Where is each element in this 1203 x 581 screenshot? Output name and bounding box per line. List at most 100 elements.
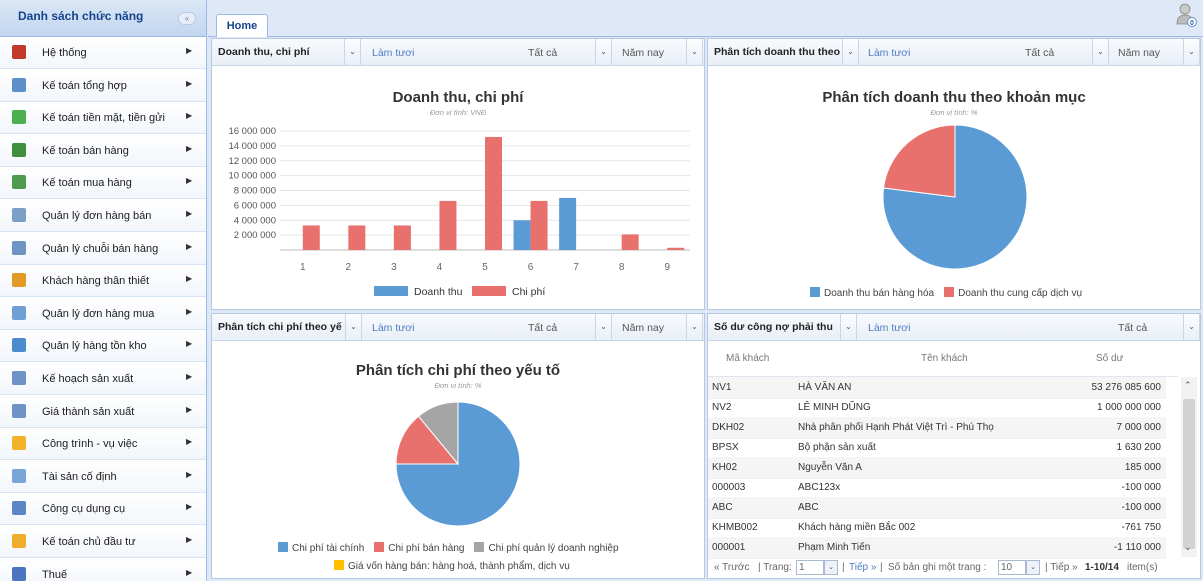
chart-subtitle: Đơn vị tính: % <box>930 108 978 117</box>
filter-period: Năm nay <box>622 322 665 334</box>
sales-order-icon <box>12 208 26 222</box>
tax-icon <box>12 566 26 581</box>
sidebar-item[interactable]: Công cụ dụng cụ ▶ <box>0 493 206 526</box>
cell-customer-name: Nguyễn Văn A <box>798 462 862 473</box>
pager-summary-suffix: item(s) <box>1127 562 1158 573</box>
filter-period-dropdown[interactable]: ⌄ <box>1183 39 1200 65</box>
table-row[interactable]: NV1 HÀ VĂN AN 53 276 085 600 <box>708 377 1166 399</box>
filter-all-dropdown[interactable]: ⌄ <box>595 314 612 340</box>
purchase-order-icon <box>12 305 26 320</box>
column-header-name[interactable]: Tên khách <box>921 353 968 364</box>
scroll-down-icon[interactable]: ⌄ <box>1184 542 1192 553</box>
user-icon[interactable]: 0 <box>1175 2 1197 28</box>
revenue-cost-bar-chart: 2 000 000 4 000 000 6 000 000 8 000 000 10 0… <box>228 126 690 298</box>
sidebar-item[interactable]: Thuế ▶ <box>0 558 206 581</box>
legend-label: Giá vốn hàng bán: hàng hoá, thành phẩm, … <box>348 561 570 572</box>
refresh-link[interactable]: Làm tươi <box>868 322 911 334</box>
pager-prev-link[interactable]: « Trước <box>714 562 749 573</box>
per-page-input[interactable]: 10 <box>998 560 1026 575</box>
cell-balance: -100 000 <box>1121 482 1161 493</box>
sidebar: Danh sách chức năng « Hệ thống ▶ Kế toán t… <box>0 0 207 581</box>
page-number-input[interactable]: 1 <box>796 560 824 575</box>
x-tick-label: 7 <box>573 262 579 273</box>
pager-summary-range: 1-10/14 <box>1085 562 1119 573</box>
table-row[interactable]: NV2 LÊ MINH DŨNG 1 000 000 000 <box>708 397 1166 419</box>
legend-swatch <box>278 542 288 552</box>
production-cost-icon <box>12 403 26 418</box>
table-row[interactable]: DKH02 Nhà phân phối Hạnh Phát Việt Trì - … <box>708 417 1166 439</box>
x-tick-label: 3 <box>391 262 397 273</box>
sidebar-item[interactable]: Kế toán mua hàng ▶ <box>0 167 206 200</box>
sidebar-item[interactable]: Quản lý đơn hàng bán ▶ <box>0 200 206 232</box>
filter-all-dropdown[interactable]: ⌄ <box>1092 39 1109 65</box>
x-tick-label: 9 <box>664 262 670 273</box>
chart-select-dropdown[interactable]: ⌄ <box>840 314 857 340</box>
scroll-thumb[interactable] <box>1183 399 1195 549</box>
refresh-link[interactable]: Làm tươi <box>868 47 911 59</box>
legend-swatch <box>810 287 820 297</box>
table-scrollbar[interactable]: ⌃ ⌄ <box>1181 377 1197 557</box>
chart-select-dropdown[interactable]: ⌄ <box>344 39 361 65</box>
table-row[interactable]: 000003 ABC123x -100 000 <box>708 477 1166 499</box>
chart-title: Phân tích chi phí theo yếu tố <box>355 362 561 379</box>
chart-select-dropdown[interactable]: ⌄ <box>842 39 859 65</box>
table-row[interactable]: BPSX Bộ phận sản xuất 1 630 200 <box>708 437 1166 459</box>
sidebar-item[interactable]: Kế toán tổng hợp ▶ <box>0 69 206 102</box>
cell-balance: 53 276 085 600 <box>1091 382 1161 393</box>
collapse-icon[interactable]: « <box>178 12 196 25</box>
table-row[interactable]: ABC ABC -100 000 <box>708 497 1166 519</box>
table-row[interactable]: 000001 Phạm Minh Tiến -1 110 000 <box>708 537 1166 559</box>
panel-title: Phân tích doanh thu theo <box>714 46 840 58</box>
sidebar-item[interactable]: Khách hàng thân thiết ▶ <box>0 265 206 298</box>
sidebar-item[interactable]: Giá thành sản xuất ▶ <box>0 395 206 428</box>
sidebar-item[interactable]: Kế toán chủ đầu tư ▶ <box>0 526 206 558</box>
chart-select-dropdown[interactable]: ⌄ <box>345 314 362 340</box>
table-row[interactable]: KH02 Nguyễn Văn A 185 000 <box>708 457 1166 479</box>
y-tick-label: 14 000 000 <box>228 141 276 152</box>
panel-title: Số dư công nợ phải thu <box>714 321 833 333</box>
filter-all-dropdown[interactable]: ⌄ <box>595 39 612 65</box>
filter-all-dropdown[interactable]: ⌄ <box>1183 314 1200 340</box>
sidebar-item[interactable]: Quản lý chuỗi bán hàng ▶ <box>0 232 206 265</box>
sidebar-item[interactable]: Kế toán tiền mặt, tiền gửi ▶ <box>0 102 206 135</box>
pager-separator: | <box>842 562 845 573</box>
y-tick-label: 4 000 000 <box>234 215 276 226</box>
filter-period: Năm nay <box>622 47 665 59</box>
column-header-balance[interactable]: Số dư <box>1096 353 1123 364</box>
pager-next-link[interactable]: Tiếp » <box>849 562 876 573</box>
sidebar-item[interactable]: Kế toán bán hàng ▶ <box>0 134 206 167</box>
legend-swatch <box>334 560 344 570</box>
sidebar-item[interactable]: Kế hoạch sản xuất ▶ <box>0 363 206 395</box>
sidebar-item[interactable]: Quản lý đơn hàng mua ▶ <box>0 297 206 330</box>
scroll-up-icon[interactable]: ⌃ <box>1184 380 1192 391</box>
ledger-icon <box>12 77 26 92</box>
tab-home[interactable]: Home <box>216 14 268 37</box>
cell-balance: 1 630 200 <box>1116 442 1162 453</box>
cell-customer-name: Nhà phân phối Hạnh Phát Việt Trì - Phú T… <box>798 422 994 433</box>
sidebar-item[interactable]: Quản lý hàng tồn kho ▶ <box>0 330 206 363</box>
refresh-link[interactable]: Làm tươi <box>372 322 415 334</box>
filter-period-dropdown[interactable]: ⌄ <box>686 39 703 65</box>
bar <box>348 225 366 250</box>
cost-analysis-pie-chart <box>395 401 521 527</box>
column-header-code[interactable]: Mã khách <box>726 353 769 364</box>
cell-customer-code: ABC <box>712 502 733 513</box>
cell-balance: 185 000 <box>1124 462 1161 473</box>
filter-all: Tất cả <box>528 47 558 59</box>
refresh-link[interactable]: Làm tươi <box>372 47 415 59</box>
per-page-dropdown[interactable]: ⌄ <box>1026 560 1040 575</box>
bar <box>439 200 457 250</box>
chevron-right-icon: ▶ <box>186 404 193 414</box>
chevron-right-icon: ▶ <box>186 502 193 512</box>
sidebar-item[interactable]: Tài sản cố định ▶ <box>0 460 206 493</box>
pager-separator: | <box>880 562 883 573</box>
page-number-dropdown[interactable]: ⌄ <box>824 560 838 575</box>
sidebar-item[interactable]: Hệ thống ▶ <box>0 37 206 69</box>
sidebar-item[interactable]: Công trình - vụ việc ▶ <box>0 428 206 461</box>
project-folder-icon <box>12 436 26 451</box>
y-tick-label: 16 000 000 <box>228 126 276 137</box>
chevron-right-icon: ▶ <box>186 46 193 55</box>
table-row[interactable]: KHMB002 Khách hàng miền Bắc 002 -761 750 <box>708 517 1166 539</box>
filter-period-dropdown[interactable]: ⌄ <box>686 314 703 340</box>
chart-title: Doanh thu, chi phí <box>392 89 524 106</box>
